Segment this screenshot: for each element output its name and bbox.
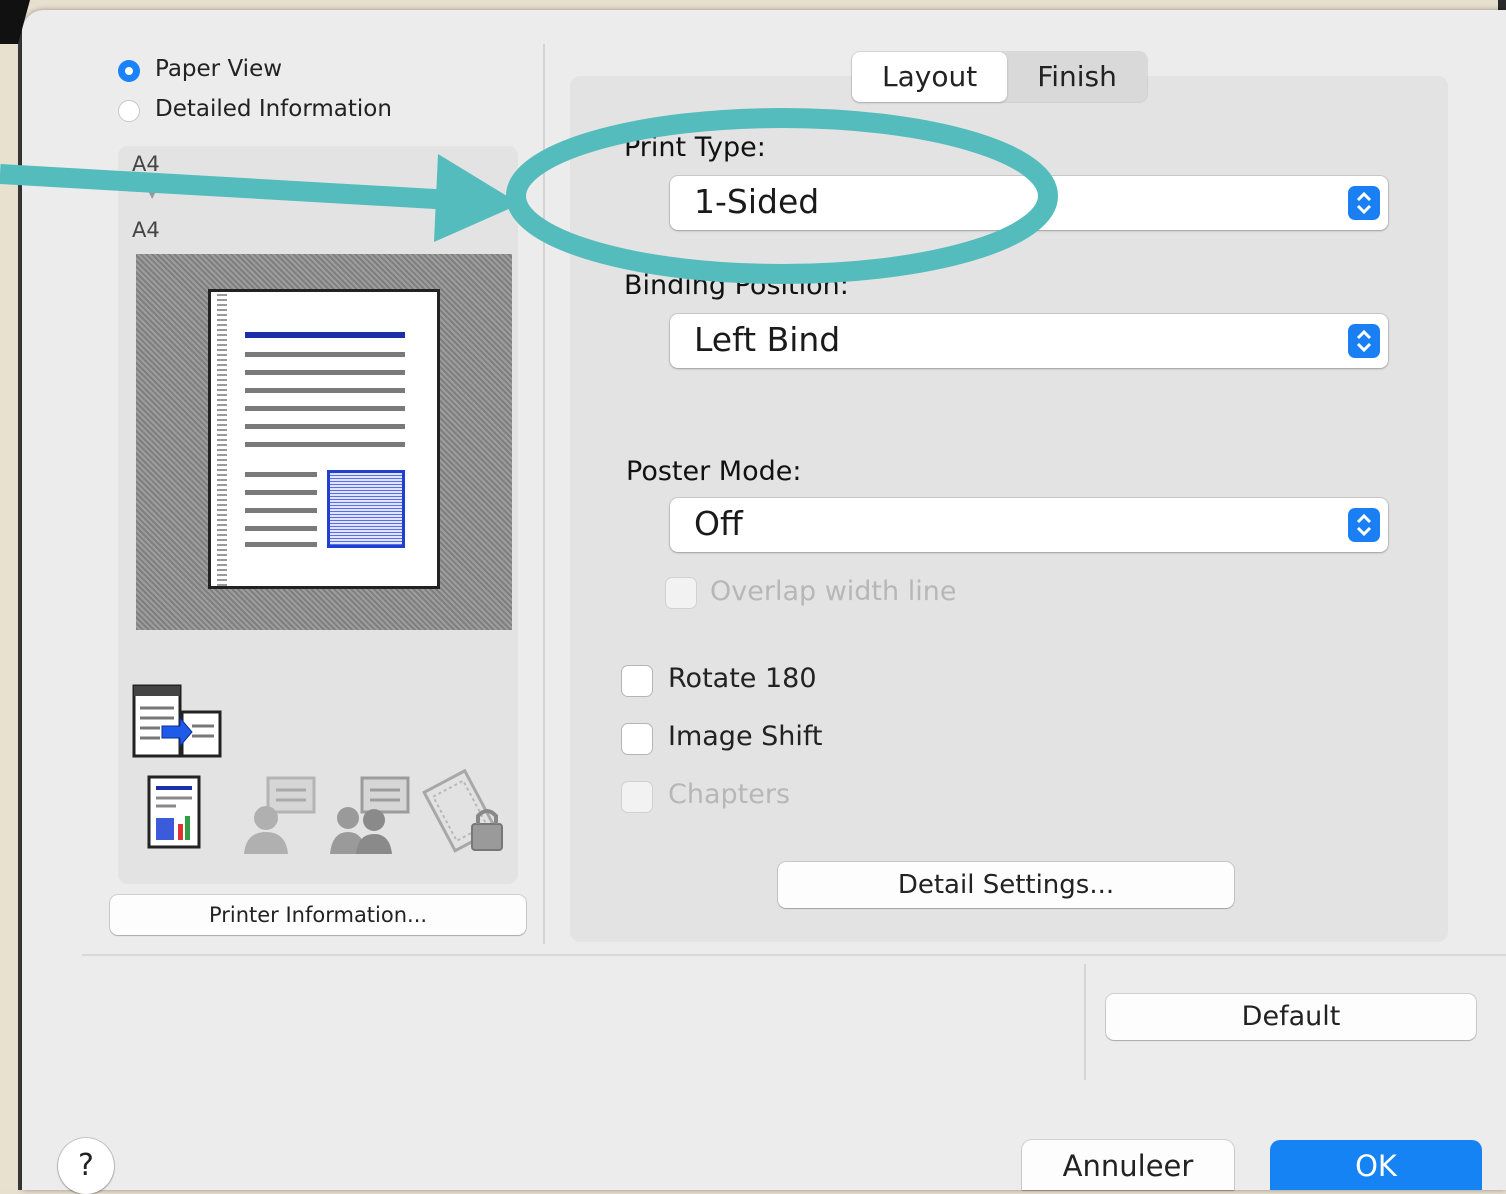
detailed-information-radio[interactable] — [118, 100, 140, 122]
user-comment-icon — [244, 776, 316, 854]
cancel-button[interactable]: Annuleer — [1022, 1140, 1234, 1190]
settings-tabs: Layout Finish — [852, 52, 1147, 102]
help-button[interactable]: ? — [58, 1138, 114, 1194]
poster-mode-label: Poster Mode: — [626, 456, 802, 487]
binding-gutter — [217, 292, 227, 586]
poster-mode-value: Off — [694, 504, 743, 543]
printer-send-icon — [132, 684, 222, 758]
preview-text-line — [245, 508, 317, 513]
binding-position-label: Binding Position: — [624, 270, 849, 301]
overlap-width-line-label: Overlap width line — [710, 576, 957, 607]
preview-title-line — [245, 332, 405, 338]
detailed-information-label[interactable]: Detailed Information — [155, 96, 392, 122]
preview-text-line — [245, 542, 317, 547]
down-arrow-icon: ▼ — [146, 182, 159, 201]
preview-image-block — [327, 470, 405, 548]
output-paper-size: A4 — [132, 218, 160, 242]
print-type-select[interactable]: 1-Sided — [670, 176, 1388, 230]
print-type-value: 1-Sided — [694, 182, 820, 221]
rotate-180-checkbox[interactable] — [622, 666, 652, 696]
preview-text-line — [245, 370, 405, 375]
preview-text-line — [245, 388, 405, 393]
print-type-label: Print Type: — [624, 132, 766, 163]
poster-mode-select[interactable]: Off — [670, 498, 1388, 552]
rotate-180-label[interactable]: Rotate 180 — [668, 663, 817, 694]
preview-text-line — [245, 406, 405, 411]
tab-finish[interactable]: Finish — [1007, 52, 1147, 102]
question-icon: ? — [78, 1148, 94, 1183]
group-comment-icon — [330, 776, 410, 854]
preview-text-line — [245, 442, 405, 447]
print-options-dialog: Paper View Detailed Information A4 ▼ A4 — [22, 10, 1506, 1190]
up-down-chevron-icon — [1348, 508, 1380, 542]
tab-layout[interactable]: Layout — [852, 52, 1008, 102]
preview-text-line — [245, 526, 317, 531]
paper-view-radio[interactable] — [118, 60, 140, 82]
preview-text-line — [245, 490, 317, 495]
default-button[interactable]: Default — [1106, 994, 1476, 1040]
detail-settings-button[interactable]: Detail Settings... — [778, 862, 1234, 908]
document-chart-icon — [147, 775, 201, 849]
preview-page — [208, 289, 440, 589]
image-shift-checkbox[interactable] — [622, 724, 652, 754]
preview-text-line — [245, 352, 405, 357]
binding-position-value: Left Bind — [694, 320, 841, 359]
secure-print-icon — [422, 768, 503, 853]
panel-divider — [543, 44, 545, 944]
source-paper-size: A4 — [132, 152, 160, 176]
up-down-chevron-icon — [1348, 324, 1380, 358]
up-down-chevron-icon — [1348, 186, 1380, 220]
button-area-divider — [1084, 964, 1086, 1080]
dialog-divider — [82, 954, 1506, 956]
image-shift-label[interactable]: Image Shift — [668, 721, 823, 752]
chapters-label: Chapters — [668, 779, 791, 810]
overlap-width-line-checkbox[interactable] — [666, 578, 696, 608]
preview-text-line — [245, 424, 405, 429]
preview-text-line — [245, 472, 317, 477]
page-preview — [136, 254, 512, 630]
printer-information-button[interactable]: Printer Information... — [110, 895, 526, 935]
chapters-checkbox[interactable] — [622, 782, 652, 812]
ok-button[interactable]: OK — [1270, 1140, 1482, 1190]
paper-view-label[interactable]: Paper View — [155, 56, 282, 82]
binding-position-select[interactable]: Left Bind — [670, 314, 1388, 368]
